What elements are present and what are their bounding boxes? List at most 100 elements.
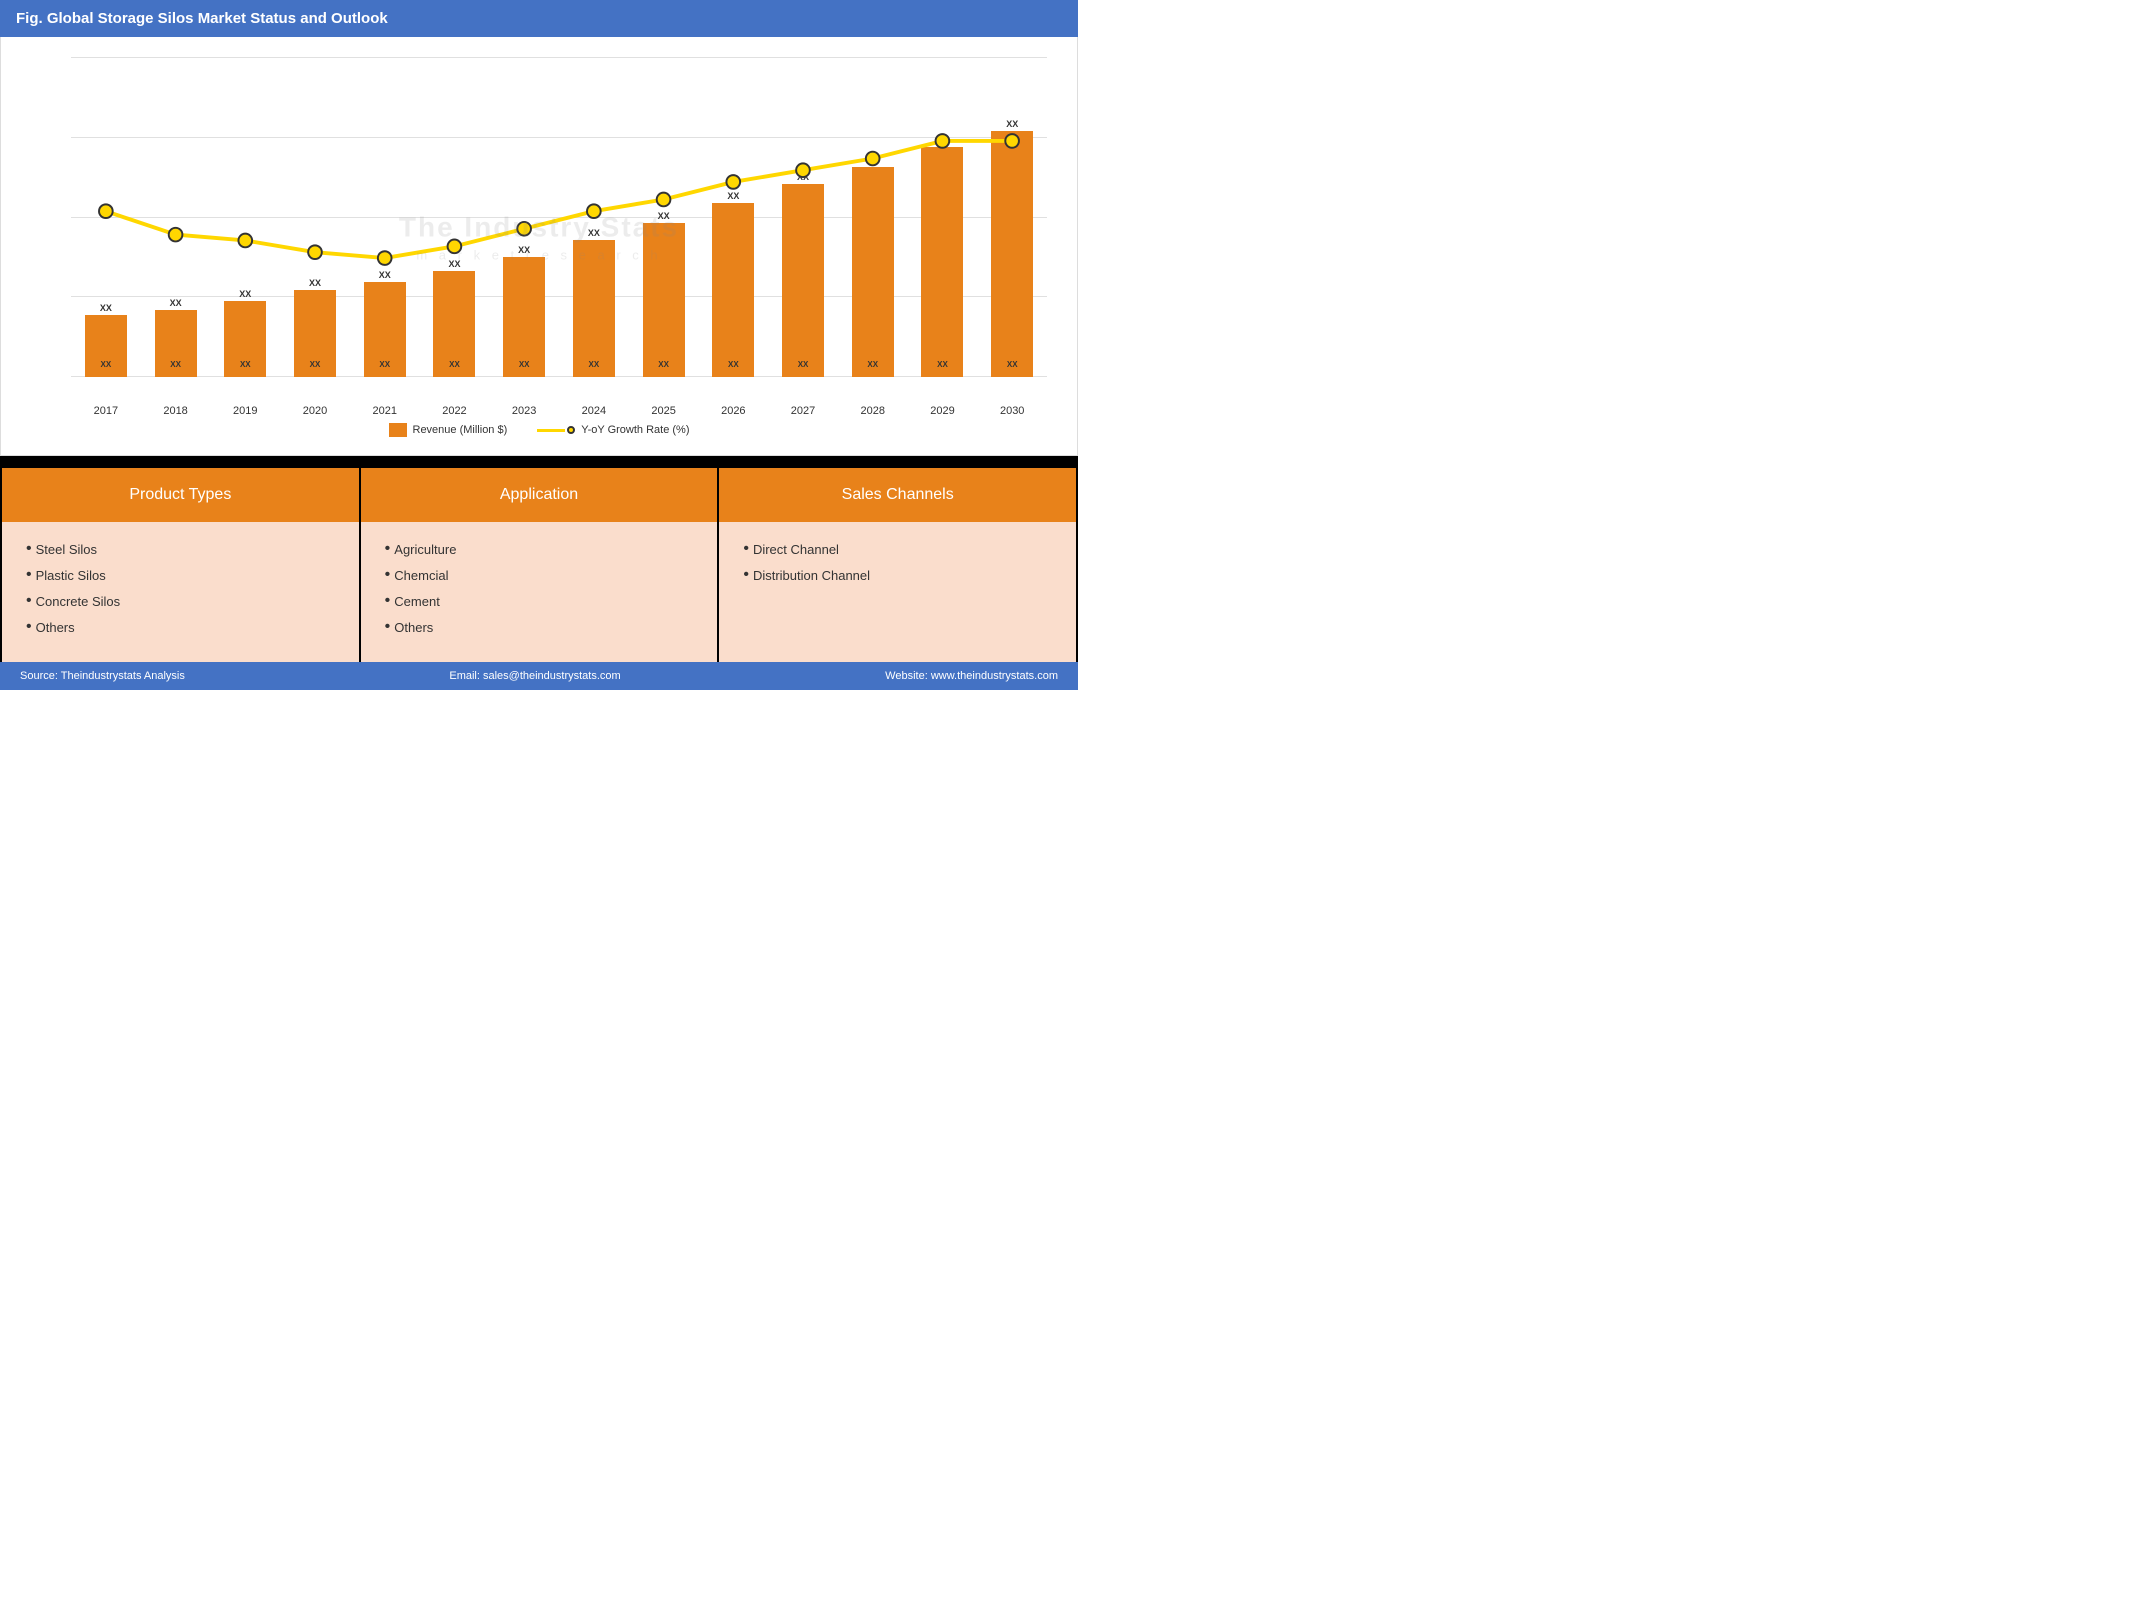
bar-mid-label: XX <box>170 360 181 369</box>
bar-group: XX XX <box>768 172 838 377</box>
bar-group: XXXX <box>977 119 1047 377</box>
page-footer: Source: Theindustrystats Analysis Email:… <box>0 662 1078 690</box>
divider-bar <box>0 456 1078 468</box>
card-header-1: Application <box>361 468 718 522</box>
legend-bar-label: Revenue (Million $) <box>413 424 508 436</box>
card-list-item: Plastic Silos <box>26 566 335 584</box>
card-list-item: Concrete Silos <box>26 592 335 610</box>
bar-top-label: XX <box>588 228 600 238</box>
card-body-1: Agriculture Chemcial Cement Others <box>361 522 718 662</box>
x-axis-label: 2026 <box>698 405 768 417</box>
bar-rect: XX <box>991 131 1033 377</box>
card-list-item: Distribution Channel <box>743 566 1052 584</box>
bar-top-label: XX <box>867 155 879 165</box>
bar-group: XX XX <box>559 228 629 377</box>
card-list-item: Agriculture <box>385 540 694 558</box>
bar-top-label: XX <box>518 245 530 255</box>
x-axis: 2017201820192020202120222023202420252026… <box>71 405 1047 417</box>
bar-rect: XX <box>364 282 406 377</box>
bars-container: XX XX XX XX XX XX XX XX XX XX XX XX XX XX XX XX XX XX XX XX… <box>71 57 1047 377</box>
x-axis-label: 2027 <box>768 405 838 417</box>
bar-top-label: XX <box>658 211 670 221</box>
x-axis-label: 2029 <box>908 405 978 417</box>
page-header: Fig. Global Storage Silos Market Status … <box>0 0 1078 37</box>
bar-group: XX XX <box>141 298 211 377</box>
card-1: Application Agriculture Chemcial Cement Othe… <box>361 468 718 662</box>
bar-mid-label: XX <box>658 360 669 369</box>
bar-rect: XX <box>921 147 963 377</box>
bar-top-label: XX <box>170 298 182 308</box>
legend-line-icon <box>537 429 565 432</box>
card-list-item: Steel Silos <box>26 540 335 558</box>
card-header-2: Sales Channels <box>719 468 1076 522</box>
legend-dot-icon <box>567 426 575 434</box>
bar-group: XX XX <box>210 289 280 377</box>
x-axis-label: 2019 <box>210 405 280 417</box>
bar-rect: XX <box>782 184 824 377</box>
card-list-item: Chemcial <box>385 566 694 584</box>
bar-group: XX XX <box>420 259 490 377</box>
bar-rect: XX <box>712 203 754 377</box>
footer-source: Source: Theindustrystats Analysis <box>20 670 185 682</box>
x-axis-label: 2018 <box>141 405 211 417</box>
chart-section: XX XX XX XX XX XX XX XX XX XX XX XX XX XX XX XX XX XX XX XX… <box>0 37 1078 456</box>
footer-website: Website: www.theindustrystats.com <box>885 670 1058 682</box>
bar-mid-label: XX <box>1007 360 1018 369</box>
legend-bar-item: Revenue (Million $) <box>389 423 508 437</box>
footer-email: Email: sales@theindustrystats.com <box>449 670 620 682</box>
bar-group: XXXX <box>698 191 768 377</box>
bar-mid-label: XX <box>379 360 390 369</box>
bar-top-label: XX <box>239 289 251 299</box>
bar-mid-label: XX <box>728 360 739 369</box>
card-body-2: Direct Channel Distribution Channel <box>719 522 1076 662</box>
bottom-cards: Product Types Steel Silos Plastic Silos Con… <box>0 468 1078 662</box>
bar-mid-label: XX <box>310 360 321 369</box>
bar-rect: XX <box>573 240 615 377</box>
legend-bar-icon <box>389 423 407 437</box>
bar-top-label: XX <box>936 135 948 145</box>
bar-top-label: XX <box>448 259 460 269</box>
x-axis-label: 2025 <box>629 405 699 417</box>
x-axis-label: 2030 <box>977 405 1047 417</box>
card-header-0: Product Types <box>2 468 359 522</box>
chart-legend: Revenue (Million $) Y-oY Growth Rate (%) <box>31 423 1047 437</box>
card-0: Product Types Steel Silos Plastic Silos Con… <box>2 468 359 662</box>
x-axis-label: 2024 <box>559 405 629 417</box>
bar-rect: XX <box>433 271 475 377</box>
bar-mid-label: XX <box>240 360 251 369</box>
x-axis-label: 2028 <box>838 405 908 417</box>
bar-group: XX XX <box>838 155 908 377</box>
bar-group: XX XX <box>280 278 350 377</box>
legend-line-label: Y-oY Growth Rate (%) <box>581 424 689 436</box>
card-list-item: Cement <box>385 592 694 610</box>
bar-rect: XX <box>224 301 266 377</box>
bar-mid-label: XX <box>798 360 809 369</box>
x-axis-label: 2020 <box>280 405 350 417</box>
bar-group: XX XX <box>350 270 420 377</box>
chart-area: XX XX XX XX XX XX XX XX XX XX XX XX XX XX XX XX XX XX XX XX… <box>31 57 1047 417</box>
x-axis-label: 2023 <box>489 405 559 417</box>
card-body-0: Steel Silos Plastic Silos Concrete Silos Ot… <box>2 522 359 662</box>
bar-group: XX XX <box>908 135 978 377</box>
bar-top-label: XX <box>309 278 321 288</box>
bar-mid-label: XX <box>867 360 878 369</box>
bar-rect: XX <box>155 310 197 377</box>
x-axis-label: 2021 <box>350 405 420 417</box>
bar-rect: XX <box>852 167 894 377</box>
x-axis-label: 2017 <box>71 405 141 417</box>
bar-group: XX XX <box>629 211 699 377</box>
bar-group: XX XX <box>489 245 559 377</box>
bar-mid-label: XX <box>937 360 948 369</box>
bar-top-label: XX <box>379 270 391 280</box>
bar-top-label: XX <box>797 172 809 182</box>
card-list-item: Others <box>385 618 694 636</box>
card-list-item: Direct Channel <box>743 540 1052 558</box>
bar-mid-label: XX <box>519 360 530 369</box>
x-axis-label: 2022 <box>420 405 490 417</box>
card-list-item: Others <box>26 618 335 636</box>
bar-rect: XX <box>503 257 545 377</box>
card-2: Sales Channels Direct Channel Distribution… <box>719 468 1076 662</box>
header-title: Fig. Global Storage Silos Market Status … <box>16 10 388 27</box>
legend-line-item: Y-oY Growth Rate (%) <box>537 424 689 436</box>
bar-group: XXXX <box>71 303 141 377</box>
